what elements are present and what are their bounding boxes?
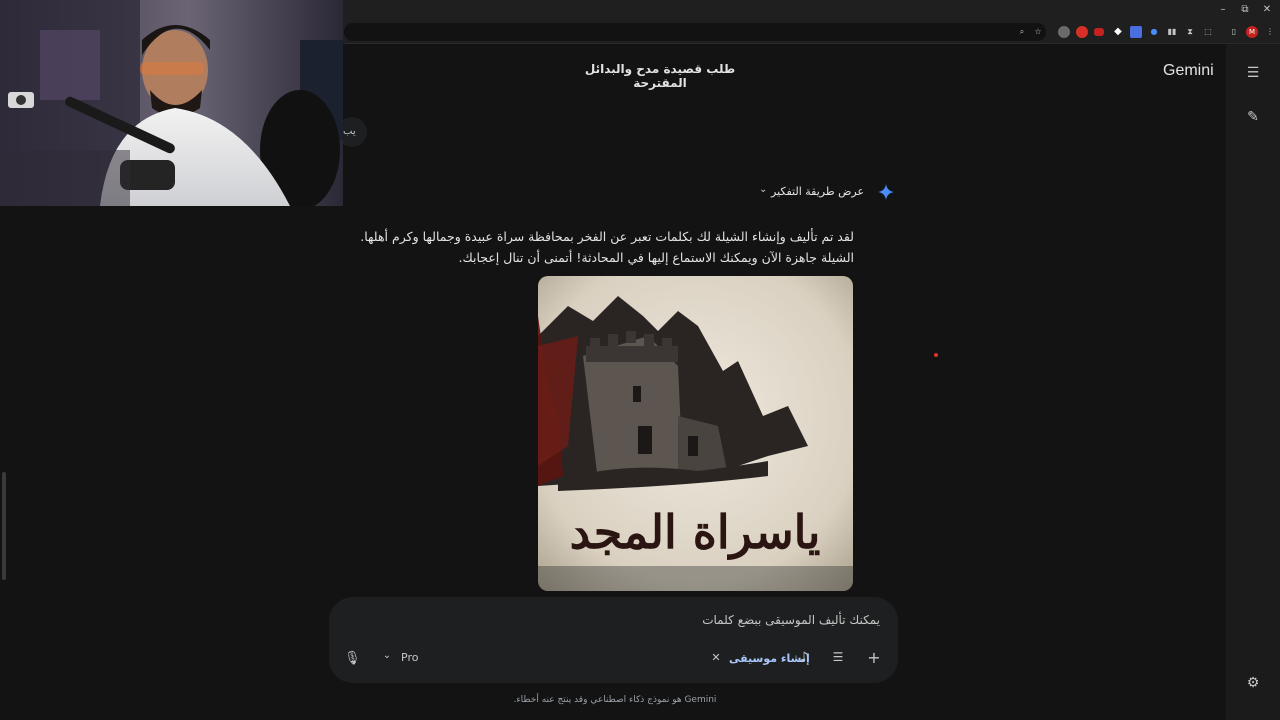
chat-title[interactable]: طلب قصيدة مدح والبدائل المقترحة — [560, 62, 760, 90]
extension-icon[interactable] — [1058, 26, 1070, 38]
cursor-dot — [934, 353, 938, 357]
zoom-icon[interactable]: ⌕ — [1016, 26, 1028, 38]
new-chat-icon[interactable]: ✎ — [1244, 108, 1262, 126]
prompt-composer[interactable] — [329, 597, 898, 683]
webcam-video — [0, 0, 343, 206]
settings-gear-icon[interactable]: ⚙ — [1244, 674, 1262, 692]
minimize-button[interactable]: – — [1212, 2, 1234, 18]
extension-icon[interactable] — [1076, 26, 1088, 38]
disclaimer-text: Gemini هو نموذج ذكاء اصطناعي وقد ينتج عن… — [513, 695, 717, 705]
webcam-overlay — [0, 0, 343, 206]
extension-icon[interactable]: ▮▮ — [1166, 26, 1178, 38]
extension-icon[interactable] — [1130, 26, 1142, 38]
scrollbar-thumb[interactable] — [2, 472, 6, 580]
split-icon[interactable]: ▯ — [1228, 26, 1240, 38]
chevron-down-icon[interactable]: ⌄ — [380, 650, 394, 661]
cover-art-illustration: ياسراة المجد — [538, 276, 853, 591]
puzzle-icon[interactable]: ⬚ — [1202, 26, 1214, 38]
music-note-icon: ♪ — [799, 650, 809, 665]
hamburger-menu-icon[interactable]: ☰ — [1244, 64, 1262, 82]
generated-cover-image[interactable]: ياسراة المجد — [538, 276, 853, 591]
response-text: لقد تم تأليف وإنشاء الشيلة لك بكلمات تعب… — [360, 229, 854, 265]
prompt-input[interactable]: يمكنك تأليف الموسيقى ببضع كلمات — [560, 613, 880, 627]
chevron-down-icon[interactable]: ⌄ — [759, 184, 767, 195]
gemini-spark-icon — [878, 184, 894, 200]
brand-logo-text[interactable]: Gemini — [1163, 62, 1214, 80]
restore-button[interactable]: ⧉ — [1234, 2, 1256, 18]
show-thinking-toggle[interactable]: عرض طريقة التفكير — [771, 185, 864, 198]
star-icon[interactable]: ☆ — [1032, 26, 1044, 38]
extension-icon[interactable] — [1094, 28, 1104, 36]
screen: – ⧉ ✕ ⌕ ☆ ◆ ● ▮▮ ⧗ ⬚ ▯ M ⋮ Gemini طلب قص… — [0, 0, 1280, 720]
extension-icon[interactable]: ● — [1148, 26, 1160, 38]
right-sidebar: ☰ ✎ ⚙ — [1226, 44, 1280, 720]
remove-chip-icon[interactable]: ✕ — [709, 651, 723, 664]
add-attachment-icon[interactable]: + — [866, 648, 882, 667]
extension-icon[interactable]: ⧗ — [1184, 26, 1196, 38]
menu-icon[interactable]: ⋮ — [1264, 26, 1276, 38]
model-selector[interactable]: Pro — [401, 651, 418, 664]
tools-sliders-icon[interactable]: ☰ — [830, 650, 846, 664]
extension-icon[interactable]: ◆ — [1112, 26, 1124, 38]
microphone-icon[interactable]: 🎙︎ — [344, 651, 361, 666]
address-bar[interactable] — [344, 23, 1046, 41]
profile-avatar[interactable]: M — [1246, 26, 1258, 38]
close-window-button[interactable]: ✕ — [1256, 2, 1278, 18]
cover-art-title: ياسراة المجد — [570, 505, 821, 560]
